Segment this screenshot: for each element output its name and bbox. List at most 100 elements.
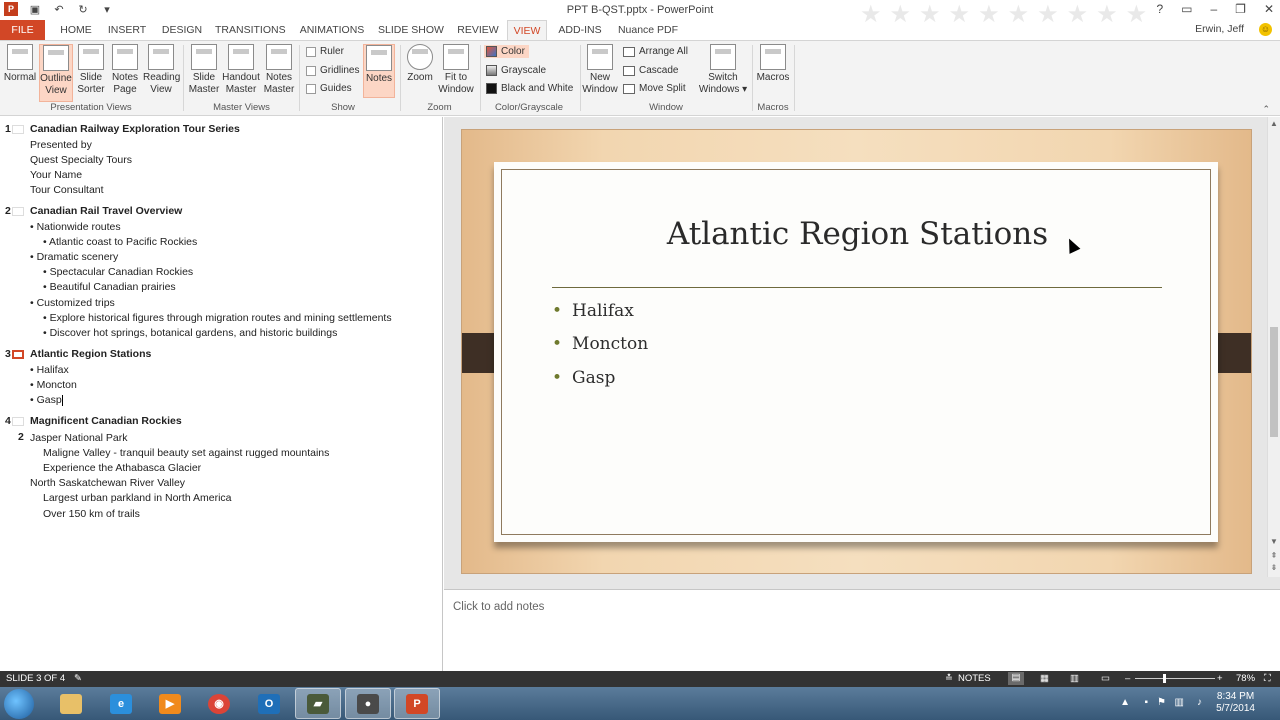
outline-slide-title[interactable]: Atlantic Region Stations [30,348,151,360]
notes-toggle-button[interactable]: Notes [363,44,395,98]
zoom-level[interactable]: 78% [1236,673,1255,684]
normal-view-button[interactable]: Normal [3,44,37,84]
guides-checkbox[interactable]: Guides [306,83,352,94]
new-window-button[interactable]: New Window [582,44,618,96]
outline-line[interactable]: Largest urban parkland in North America [43,492,232,504]
tab-design[interactable]: DESIGN [160,20,204,40]
previous-slide-icon[interactable]: ⇞ [1268,551,1280,560]
reading-view-button[interactable]: Reading View [143,44,180,96]
slide-sorter-status-icon[interactable]: ▦ [1040,673,1049,684]
notes-pane[interactable]: Click to add notes [444,589,1280,671]
outline-line[interactable]: • Explore historical figures through mig… [43,312,392,324]
outline-line[interactable]: • Halifax [30,364,69,376]
scrollbar-thumb[interactable] [1270,327,1278,437]
scroll-up-icon[interactable]: ▲ [1268,119,1280,128]
notes-placeholder[interactable]: Click to add notes [453,601,544,613]
taskbar-ie[interactable]: e [98,688,144,719]
volume-icon[interactable]: ♪ [1197,697,1202,708]
fit-to-window-button[interactable]: Fit to Window [437,44,475,96]
slide-bullet[interactable]: • Moncton [552,334,648,354]
ruler-checkbox[interactable]: Ruler [306,46,344,57]
outline-line[interactable]: Jasper National Park [30,432,127,444]
slide-bullet[interactable]: • Halifax [552,301,634,321]
taskbar-app-2[interactable]: ● [345,688,391,719]
notes-page-button[interactable]: Notes Page [109,44,141,96]
outline-slide-title[interactable]: Canadian Railway Exploration Tour Series [30,123,240,135]
help-icon[interactable]: ? [1156,2,1163,16]
taskbar-chrome[interactable]: ◉ [196,688,242,719]
macros-button[interactable]: Macros [755,44,791,84]
outline-pane[interactable]: 1 Canadian Railway Exploration Tour Seri… [0,117,443,671]
outline-line[interactable]: • Atlantic coast to Pacific Rockies [43,236,197,248]
normal-view-status-icon[interactable]: ▤ [1008,672,1024,685]
handout-master-button[interactable]: Handout Master [221,44,261,96]
outline-line[interactable]: • Discover hot springs, botanical garden… [43,327,337,339]
next-slide-icon[interactable]: ⇟ [1268,563,1280,572]
outline-slide-title[interactable]: Canadian Rail Travel Overview [30,205,182,217]
slideshow-status-icon[interactable]: ▭ [1101,673,1110,684]
notes-master-button[interactable]: Notes Master [262,44,296,96]
slide-bullet[interactable]: • Gasp [552,368,615,388]
outline-line[interactable]: • Spectacular Canadian Rockies [43,266,193,278]
restore-icon[interactable]: ❐ [1235,2,1246,16]
slide-canvas[interactable]: Atlantic Region Stations • Halifax • Monct… [461,129,1252,574]
outline-line[interactable]: Your Name [30,169,82,181]
slide-master-button[interactable]: Slide Master [187,44,221,96]
close-icon[interactable]: ✕ [1264,2,1274,16]
clock[interactable]: 8:34 PM 5/7/2014 [1216,691,1255,715]
tab-add-ins[interactable]: ADD-INS [556,20,604,40]
zoom-in-icon[interactable]: + [1217,673,1223,684]
tab-review[interactable]: REVIEW [456,20,500,40]
taskbar-app-1[interactable]: ▰ [295,688,341,719]
cascade-button[interactable]: Cascade [623,65,678,76]
notes-status-button[interactable]: NOTES [958,673,991,684]
black-and-white-button[interactable]: Black and White [486,83,573,94]
tab-home[interactable]: HOME [56,20,96,40]
slide-sorter-button[interactable]: Slide Sorter [75,44,107,96]
fit-slide-icon[interactable]: ⛶ [1264,673,1271,684]
slide-title[interactable]: Atlantic Region Stations [462,216,1251,252]
outline-line[interactable]: • Customized trips [30,297,115,309]
reading-view-status-icon[interactable]: ▥ [1070,673,1079,684]
grayscale-button[interactable]: Grayscale [486,65,546,76]
zoom-slider[interactable] [1135,678,1215,679]
outline-line[interactable]: Maligne Valley - tranquil beauty set aga… [43,447,329,459]
tab-view[interactable]: VIEW [507,20,547,41]
outline-line[interactable]: • Dramatic scenery [30,251,118,263]
slide-thumb-icon[interactable] [12,350,24,359]
tab-animations[interactable]: ANIMATIONS [298,20,366,40]
tab-file[interactable]: FILE [0,20,45,40]
user-name[interactable]: Erwin, Jeff [1195,23,1244,35]
spell-check-icon[interactable]: ✎ [74,673,82,684]
outline-line[interactable]: Presented by [30,139,92,151]
tab-transitions[interactable]: TRANSITIONS [215,20,286,40]
start-button-icon[interactable] [4,689,34,719]
tray-expand-icon[interactable]: ▲ [1120,697,1130,708]
ribbon-display-icon[interactable]: ▭ [1181,2,1192,16]
switch-windows-button[interactable]: Switch Windows ▾ [697,44,749,96]
zoom-button[interactable]: Zoom [404,44,436,84]
zoom-out-icon[interactable]: – [1125,673,1130,684]
move-split-button[interactable]: Move Split [623,83,686,94]
outline-line[interactable]: Experience the Athabasca Glacier [43,462,201,474]
outline-line[interactable]: Over 150 km of trails [43,508,140,520]
slide-thumb-icon[interactable] [12,125,24,134]
feedback-smiley-icon[interactable]: ☺ [1259,23,1272,36]
tray-app-icon[interactable]: ▪ [1144,697,1148,708]
outline-line[interactable]: North Saskatchewan River Valley [30,477,185,489]
taskbar-media-player[interactable]: ▶ [147,688,193,719]
tab-slide-show[interactable]: SLIDE SHOW [378,20,444,40]
outline-line[interactable]: • Nationwide routes [30,221,121,233]
tab-insert[interactable]: INSERT [106,20,148,40]
slide-thumb-icon[interactable] [12,417,24,426]
network-icon[interactable]: ▥ [1175,697,1184,708]
outline-line[interactable]: Tour Consultant [30,184,104,196]
flag-icon[interactable]: ⚑ [1157,697,1166,708]
tab-nuance-pdf[interactable]: Nuance PDF [615,20,681,40]
scroll-down-icon[interactable]: ▼ [1268,537,1280,546]
arrange-all-button[interactable]: Arrange All [623,46,688,57]
outline-line-editing[interactable]: • Gasp [30,394,63,406]
taskbar-outlook[interactable]: O [246,688,292,719]
gridlines-checkbox[interactable]: Gridlines [306,65,359,76]
zoom-slider-knob[interactable] [1163,674,1166,683]
